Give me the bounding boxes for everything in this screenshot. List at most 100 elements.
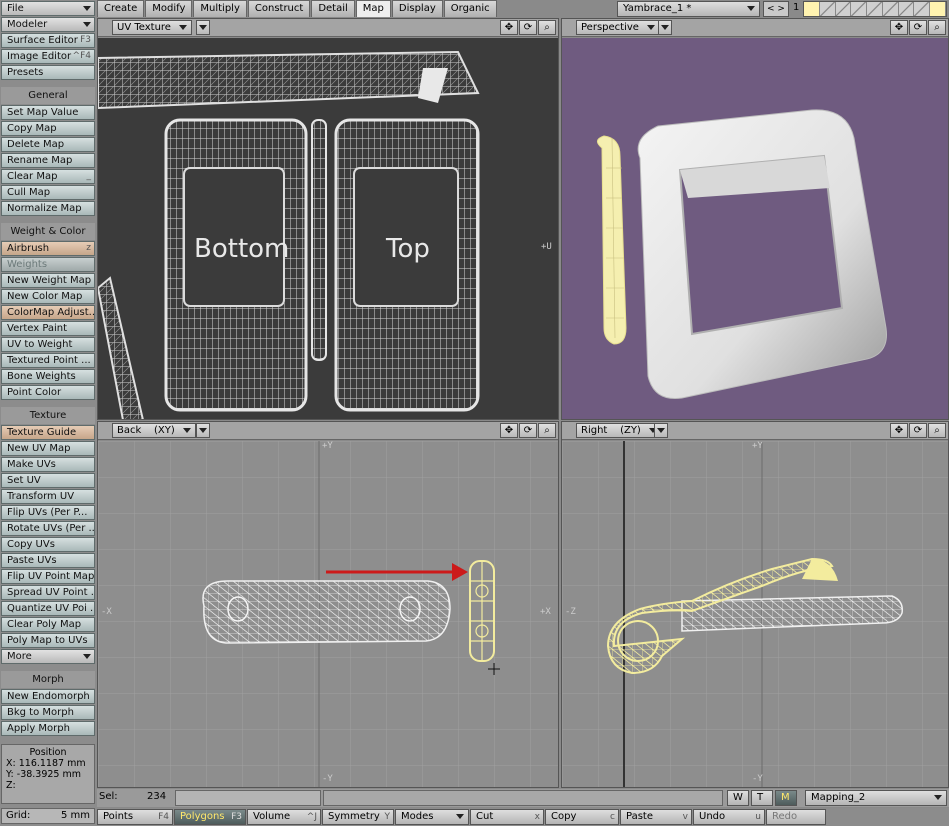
modes-menu[interactable]: Modes xyxy=(395,809,469,825)
poly-map-to-uvs-button[interactable]: Poly Map to UVs xyxy=(1,633,95,648)
tab-map[interactable]: Map xyxy=(355,0,391,17)
volume-mode-button[interactable]: Volume ^J xyxy=(247,809,321,825)
new-uv-map-button[interactable]: New UV Map xyxy=(1,441,95,456)
undo-button[interactable]: Undo u xyxy=(693,809,765,825)
perspective-canvas[interactable] xyxy=(562,38,948,419)
paste-uvs-button[interactable]: Paste UVs xyxy=(1,553,95,568)
quantize-uv-button[interactable]: Quantize UV Poi ... xyxy=(1,601,95,616)
textured-point-button[interactable]: Textured Point ... xyxy=(1,353,95,368)
new-color-map-button[interactable]: New Color Map xyxy=(1,289,95,304)
move-view-icon[interactable]: ✥ xyxy=(890,423,908,438)
zoom-view-icon[interactable]: ⌕ xyxy=(928,20,946,35)
perspective-viewport[interactable]: Perspective ✥ ⟳ ⌕ xyxy=(561,18,949,420)
presets-button[interactable]: Presets xyxy=(1,65,95,80)
view-mode-select[interactable]: UV Texture xyxy=(112,20,192,35)
texture-guide-button[interactable]: Texture Guide xyxy=(1,425,95,440)
texture-map-toggle[interactable]: T xyxy=(751,790,773,806)
make-uvs-button[interactable]: Make UVs xyxy=(1,457,95,472)
move-view-icon[interactable]: ✥ xyxy=(890,20,908,35)
zoom-view-icon[interactable]: ⌕ xyxy=(538,423,556,438)
file-menu[interactable]: File xyxy=(1,1,95,16)
rotate-view-icon[interactable]: ⟳ xyxy=(519,423,537,438)
rename-map-button[interactable]: Rename Map xyxy=(1,153,95,168)
tab-modify[interactable]: Modify xyxy=(145,0,193,17)
view-options-select[interactable] xyxy=(658,20,672,35)
tab-multiply[interactable]: Multiply xyxy=(193,0,247,17)
uv-canvas[interactable]: Bottom Top +U xyxy=(98,38,558,419)
zoom-view-icon[interactable]: ⌕ xyxy=(928,423,946,438)
spread-uv-point-button[interactable]: Spread UV Point ... xyxy=(1,585,95,600)
weight-map-toggle[interactable]: W xyxy=(727,790,749,806)
points-mode-button[interactable]: Points F4 xyxy=(97,809,173,825)
view-mode-select[interactable]: Perspective xyxy=(576,20,660,35)
layer-slot[interactable] xyxy=(898,2,915,16)
copy-uvs-button[interactable]: Copy UVs xyxy=(1,537,95,552)
set-map-value-button[interactable]: Set Map Value xyxy=(1,105,95,120)
tab-display[interactable]: Display xyxy=(391,0,443,17)
object-selector[interactable]: Yambrace_1 * xyxy=(617,1,760,17)
bkg-to-morph-button[interactable]: Bkg to Morph xyxy=(1,705,95,720)
vertex-paint-button[interactable]: Vertex Paint xyxy=(1,321,95,336)
flip-uvs-button[interactable]: Flip UVs (Per P... xyxy=(1,505,95,520)
tab-organic[interactable]: Organic xyxy=(443,0,497,17)
copy-map-button[interactable]: Copy Map xyxy=(1,121,95,136)
right-viewport[interactable]: Right (ZY) ✥ ⟳ ⌕ +Y -Y -Z xyxy=(561,421,949,788)
view-mode-select[interactable]: Right (ZY) xyxy=(576,423,662,438)
surface-editor-button[interactable]: Surface Editor F3 xyxy=(1,33,95,48)
move-view-icon[interactable]: ✥ xyxy=(500,20,518,35)
modeler-menu[interactable]: Modeler xyxy=(1,17,95,32)
layer-slot[interactable] xyxy=(851,2,868,16)
point-color-button[interactable]: Point Color xyxy=(1,385,95,400)
transform-uv-button[interactable]: Transform UV xyxy=(1,489,95,504)
layer-slot[interactable] xyxy=(804,2,820,16)
zoom-view-icon[interactable]: ⌕ xyxy=(538,20,556,35)
clear-map-button[interactable]: Clear Map _ xyxy=(1,169,95,184)
move-view-icon[interactable]: ✥ xyxy=(500,423,518,438)
airbrush-button[interactable]: Airbrush z xyxy=(1,241,95,256)
tab-create[interactable]: Create xyxy=(97,0,145,17)
layer-slot[interactable] xyxy=(819,2,836,16)
back-viewport[interactable]: Back (XY) ✥ ⟳ ⌕ +Y -Y -X +X xyxy=(97,421,559,788)
layer-slot[interactable] xyxy=(930,2,947,16)
morph-map-toggle[interactable]: M xyxy=(775,790,797,806)
uv-texture-viewport[interactable]: UV Texture ✥ ⟳ ⌕ Bottom Top +U xyxy=(97,18,559,420)
view-options-select[interactable] xyxy=(196,20,210,35)
back-canvas[interactable]: +Y -Y -X +X xyxy=(98,441,558,787)
normalize-map-button[interactable]: Normalize Map xyxy=(1,201,95,216)
view-mode-select[interactable]: Back (XY) xyxy=(112,423,196,438)
tab-detail[interactable]: Detail xyxy=(311,0,355,17)
vertex-map-select[interactable]: Mapping_2 xyxy=(805,790,947,806)
paste-button[interactable]: Paste v xyxy=(620,809,692,825)
set-uv-button[interactable]: Set UV xyxy=(1,473,95,488)
cull-map-button[interactable]: Cull Map xyxy=(1,185,95,200)
bone-weights-button[interactable]: Bone Weights xyxy=(1,369,95,384)
symmetry-toggle[interactable]: Symmetry Y xyxy=(322,809,394,825)
more-menu[interactable]: More xyxy=(1,649,95,664)
uv-to-weight-button[interactable]: UV to Weight xyxy=(1,337,95,352)
cut-button[interactable]: Cut x xyxy=(470,809,544,825)
polygons-mode-button[interactable]: Polygons F3 xyxy=(174,809,246,825)
image-editor-button[interactable]: Image Editor ^F4 xyxy=(1,49,95,64)
new-endomorph-button[interactable]: New Endomorph xyxy=(1,689,95,704)
redo-button[interactable]: Redo xyxy=(766,809,826,825)
view-options-select[interactable] xyxy=(654,423,668,438)
layer-slot[interactable] xyxy=(867,2,883,16)
right-canvas[interactable]: +Y -Y -Z xyxy=(562,441,948,787)
rotate-view-icon[interactable]: ⟳ xyxy=(909,423,927,438)
layer-buttons[interactable] xyxy=(803,1,947,17)
view-options-select[interactable] xyxy=(196,423,210,438)
clear-poly-map-button[interactable]: Clear Poly Map xyxy=(1,617,95,632)
apply-morph-button[interactable]: Apply Morph xyxy=(1,721,95,736)
layer-slot[interactable] xyxy=(914,2,931,16)
weights-button[interactable]: Weights xyxy=(1,257,95,272)
rotate-uvs-button[interactable]: Rotate UVs (Per ... xyxy=(1,521,95,536)
rotate-view-icon[interactable]: ⟳ xyxy=(519,20,537,35)
layer-slot[interactable] xyxy=(835,2,852,16)
layer-slot[interactable] xyxy=(882,2,899,16)
copy-button[interactable]: Copy c xyxy=(545,809,619,825)
layer-nav-buttons[interactable]: < > xyxy=(763,1,789,17)
flip-uv-point-map-button[interactable]: Flip UV Point Map xyxy=(1,569,95,584)
colormap-adjust-button[interactable]: ColorMap Adjust... xyxy=(1,305,95,320)
rotate-view-icon[interactable]: ⟳ xyxy=(909,20,927,35)
tab-construct[interactable]: Construct xyxy=(247,0,311,17)
